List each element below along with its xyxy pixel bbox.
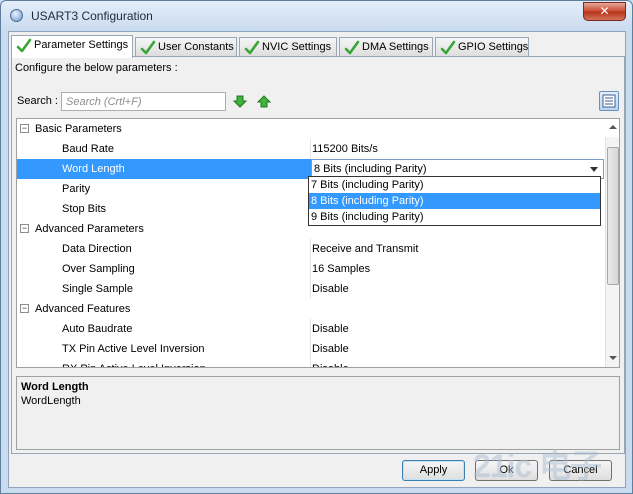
column-divider (310, 139, 311, 159)
app-icon (10, 9, 23, 22)
tab-label: Parameter Settings (34, 39, 129, 51)
list-view-toggle-button[interactable] (599, 91, 619, 111)
param-name: Parity (62, 183, 91, 195)
scroll-down-arrow-icon[interactable] (609, 356, 617, 360)
tab-label: DMA Settings (362, 41, 429, 53)
cancel-button[interactable]: Cancel (549, 460, 612, 481)
check-icon (16, 38, 32, 53)
param-name: Over Sampling (62, 263, 135, 275)
column-divider (310, 339, 311, 359)
configure-instructions: Configure the below parameters : (15, 62, 178, 74)
param-value: Disable (312, 343, 349, 355)
group-label: Advanced Parameters (35, 223, 144, 235)
tab-dma-settings[interactable]: DMA Settings (339, 37, 433, 57)
collapse-icon[interactable]: − (20, 224, 29, 233)
param-name: Stop Bits (62, 203, 107, 215)
dropdown-option-7-bits[interactable]: 7 Bits (including Parity) (309, 177, 600, 193)
check-icon (440, 40, 456, 55)
list-view-icon (602, 94, 616, 108)
tab-label: GPIO Settings (458, 41, 529, 53)
param-value: 16 Samples (312, 263, 371, 275)
group-advanced-features[interactable]: − Advanced Features (17, 299, 604, 319)
column-divider (310, 359, 311, 367)
param-name: Word Length (62, 163, 125, 175)
collapse-icon[interactable]: − (20, 304, 29, 313)
column-divider (310, 319, 311, 339)
title-bar[interactable]: USART3 Configuration ✕ (1, 1, 632, 31)
dialog-client-area: Parameter Settings User Constants NVIC S… (8, 31, 626, 488)
search-next-down-arrow-icon[interactable] (233, 95, 247, 108)
search-input[interactable] (61, 92, 226, 111)
param-value: Disable (312, 283, 349, 295)
param-name: Baud Rate (62, 143, 114, 155)
tab-label: User Constants (158, 41, 234, 53)
param-row-over-sampling[interactable]: Over Sampling 16 Samples (17, 259, 604, 279)
collapse-icon[interactable]: − (20, 124, 29, 133)
param-name: TX Pin Active Level Inversion (62, 343, 205, 355)
param-name: RX Pin Active Level Inversion (62, 359, 206, 367)
column-divider (310, 259, 311, 279)
description-title: Word Length (21, 381, 89, 393)
check-icon (140, 40, 156, 55)
param-row-rx-pin-inversion[interactable]: RX Pin Active Level Inversion Disable (17, 359, 604, 367)
check-icon (344, 40, 360, 55)
column-divider (310, 239, 311, 259)
parameter-description-panel: Word Length WordLength (16, 376, 620, 450)
param-row-single-sample[interactable]: Single Sample Disable (17, 279, 604, 299)
group-label: Advanced Features (35, 303, 131, 315)
ok-button[interactable]: Ok (475, 460, 538, 481)
window-title: USART3 Configuration (31, 9, 153, 23)
tab-bar: Parameter Settings User Constants NVIC S… (11, 35, 625, 58)
word-length-dropdown-list: 7 Bits (including Parity) 8 Bits (includ… (308, 176, 601, 226)
scroll-up-arrow-icon[interactable] (609, 125, 617, 129)
param-value: 115200 Bits/s (312, 143, 378, 155)
param-value: Disable (312, 359, 349, 367)
param-row-auto-baudrate[interactable]: Auto Baudrate Disable (17, 319, 604, 339)
vertical-scrollbar[interactable] (605, 125, 619, 367)
check-icon (244, 40, 260, 55)
param-value: Disable (312, 323, 349, 335)
group-basic-parameters[interactable]: − Basic Parameters (17, 119, 604, 139)
apply-button[interactable]: Apply (402, 460, 465, 481)
description-body: WordLength (21, 395, 81, 407)
usart3-configuration-window: USART3 Configuration ✕ Parameter Setting… (0, 0, 633, 494)
param-name: Data Direction (62, 243, 132, 255)
param-row-baud-rate[interactable]: Baud Rate 115200 Bits/s (17, 139, 604, 159)
dropdown-option-9-bits[interactable]: 9 Bits (including Parity) (309, 209, 600, 225)
param-name: Auto Baudrate (62, 323, 133, 335)
search-previous-up-arrow-icon[interactable] (257, 95, 271, 108)
param-row-data-direction[interactable]: Data Direction Receive and Transmit (17, 239, 604, 259)
chevron-down-icon[interactable] (590, 167, 598, 172)
param-value: Receive and Transmit (312, 243, 419, 255)
column-divider (310, 279, 311, 299)
scrollbar-thumb[interactable] (607, 147, 619, 285)
tab-parameter-settings[interactable]: Parameter Settings (11, 35, 133, 58)
tab-gpio-settings[interactable]: GPIO Settings (435, 37, 529, 57)
param-row-tx-pin-inversion[interactable]: TX Pin Active Level Inversion Disable (17, 339, 604, 359)
parameter-grid: − Basic Parameters Baud Rate 115200 Bits… (16, 118, 620, 368)
tab-user-constants[interactable]: User Constants (135, 37, 237, 57)
group-label: Basic Parameters (35, 123, 122, 135)
close-button[interactable]: ✕ (583, 2, 626, 21)
tab-label: NVIC Settings (262, 41, 332, 53)
parameter-settings-panel: Configure the below parameters : Search … (11, 56, 625, 454)
dropdown-option-8-bits[interactable]: 8 Bits (including Parity) (309, 193, 600, 209)
search-label: Search : (17, 95, 58, 107)
param-name: Single Sample (62, 283, 133, 295)
tab-nvic-settings[interactable]: NVIC Settings (239, 37, 337, 57)
